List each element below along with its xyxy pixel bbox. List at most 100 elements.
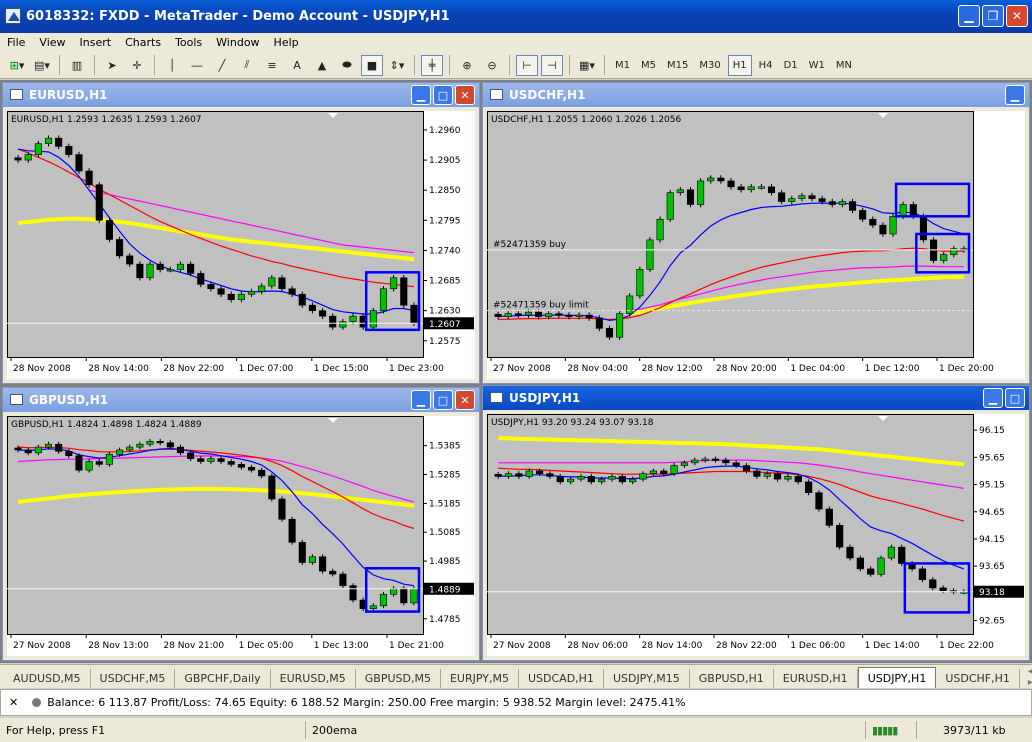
navigator-icon[interactable]: ▥ bbox=[66, 55, 88, 76]
chart-minimize-button[interactable]: ▁ bbox=[411, 390, 431, 410]
timeframe-mn[interactable]: MN bbox=[832, 55, 856, 76]
price-tick-label: 1.2795 bbox=[429, 216, 461, 226]
candle-body bbox=[105, 453, 113, 465]
usdchf-chart[interactable]: #52471359 buy #52471359 buy limit USDCHF,H… bbox=[487, 111, 1025, 379]
time-tick-label: 1 Dec 22:00 bbox=[939, 641, 994, 651]
chart-tab[interactable]: GBPCHF,Daily bbox=[175, 669, 271, 688]
arrows-icon[interactable]: ⇕▾ bbox=[386, 55, 408, 76]
cursor-icon[interactable]: ➤ bbox=[101, 55, 123, 76]
chart-maximize-button[interactable]: □ bbox=[433, 390, 453, 410]
metatrader-app-icon bbox=[5, 8, 21, 24]
channel-icon[interactable]: ⫽ bbox=[236, 55, 258, 76]
ellipse-icon[interactable]: ⬬ bbox=[336, 55, 358, 76]
candle-body bbox=[691, 459, 699, 464]
indicators-icon[interactable]: ▦▾ bbox=[576, 55, 598, 76]
chart-window-usdjpy[interactable]: USDJPY,H1 ▁ □ USDJPY,H1 93.20 93.24 93.0… bbox=[482, 385, 1030, 661]
new-chart-icon[interactable]: ⊞ ▾ bbox=[6, 55, 28, 76]
timeframe-m15[interactable]: M15 bbox=[663, 55, 692, 76]
chart-minimize-button[interactable]: ▁ bbox=[1005, 85, 1025, 105]
vertical-line-icon[interactable]: │ bbox=[161, 55, 183, 76]
close-button[interactable]: ✕ bbox=[1006, 5, 1028, 27]
chart-tab[interactable]: USDCAD,H1 bbox=[519, 669, 604, 688]
chart-tab[interactable]: EURJPY,M5 bbox=[441, 669, 519, 688]
text-tool-icon[interactable]: A bbox=[286, 55, 308, 76]
chart-maximize-button[interactable]: □ bbox=[433, 85, 453, 105]
chart-maximize-button[interactable]: □ bbox=[1005, 388, 1025, 408]
chart-window-gbpusd[interactable]: GBPUSD,H1 ▁ □ ✕ GBPUSD,H1 1.4824 1.4898 … bbox=[2, 387, 480, 661]
minimize-button[interactable]: ▁ bbox=[958, 5, 980, 27]
terminal-close-icon[interactable]: ✕ bbox=[9, 696, 18, 709]
timeframe-h4[interactable]: H4 bbox=[755, 55, 777, 76]
candle-body bbox=[798, 195, 806, 199]
usdjpy-chart[interactable]: USDJPY,H1 93.20 93.24 93.07 93.18 96.15 95… bbox=[487, 414, 1025, 656]
autoscroll-icon[interactable]: ⊢ bbox=[516, 54, 538, 76]
plot-frame bbox=[487, 414, 974, 635]
candle-body bbox=[815, 492, 823, 510]
candle-body bbox=[14, 447, 22, 451]
candle-body bbox=[747, 186, 755, 191]
candle-body bbox=[197, 458, 205, 462]
trendline-icon[interactable]: ╱ bbox=[211, 55, 233, 76]
profiles-icon[interactable]: ▤▾ bbox=[31, 55, 53, 76]
chart-tab[interactable]: USDCHF,H1 bbox=[936, 669, 1020, 688]
chart-shift-marker-icon bbox=[878, 416, 888, 421]
chart-window-icon bbox=[490, 392, 503, 403]
timeframe-w1[interactable]: W1 bbox=[805, 55, 829, 76]
horizontal-line-icon[interactable]: ― bbox=[186, 55, 208, 76]
candle-body bbox=[75, 154, 83, 172]
eurusd-chart[interactable]: EURUSD,H1 1.2593 1.2635 1.2593 1.2607 1.2… bbox=[7, 111, 475, 379]
timeframe-d1[interactable]: D1 bbox=[780, 55, 802, 76]
candle-body bbox=[217, 458, 225, 462]
candle-body bbox=[268, 277, 276, 287]
menu-window[interactable]: Window bbox=[209, 36, 266, 49]
bar-chart-icon[interactable]: ╪ bbox=[421, 54, 443, 76]
chart-tab[interactable]: USDJPY,M15 bbox=[604, 669, 690, 688]
chart-shift-icon[interactable]: ⊣ bbox=[541, 54, 563, 76]
chart-tab[interactable]: GBPUSD,H1 bbox=[690, 669, 774, 688]
chart-window-titlebar[interactable]: GBPUSD,H1 ▁ □ ✕ bbox=[3, 388, 479, 412]
rectangle-icon[interactable]: ■ bbox=[361, 54, 383, 76]
chart-minimize-button[interactable]: ▁ bbox=[983, 388, 1003, 408]
chart-tab[interactable]: EURUSD,H1 bbox=[774, 669, 858, 688]
menu-insert[interactable]: Insert bbox=[73, 36, 119, 49]
crosshair-icon[interactable]: ✛ bbox=[126, 55, 148, 76]
candle-body bbox=[400, 588, 408, 604]
chart-tab[interactable]: AUDUSD,M5 bbox=[4, 669, 91, 688]
plot-frame bbox=[487, 111, 974, 358]
candle-body bbox=[504, 473, 513, 477]
menu-file[interactable]: File bbox=[0, 36, 32, 49]
chart-close-button[interactable]: ✕ bbox=[455, 85, 475, 105]
candle-body bbox=[258, 469, 266, 477]
timeframe-m30[interactable]: M30 bbox=[695, 55, 724, 76]
zoom-in-icon[interactable]: ⊕ bbox=[456, 55, 478, 76]
chart-window-titlebar[interactable]: USDCHF,H1 ▁ bbox=[483, 83, 1029, 107]
menu-view[interactable]: View bbox=[32, 36, 72, 49]
menu-charts[interactable]: Charts bbox=[118, 36, 168, 49]
fibonacci-icon[interactable]: ≡ bbox=[261, 55, 283, 76]
menu-help[interactable]: Help bbox=[267, 36, 306, 49]
restore-button[interactable]: ❐ bbox=[982, 5, 1004, 27]
price-tick-label: 1.5085 bbox=[429, 528, 461, 538]
menu-tools[interactable]: Tools bbox=[168, 36, 209, 49]
chart-minimize-button[interactable]: ▁ bbox=[411, 85, 431, 105]
timeframe-m1[interactable]: M1 bbox=[611, 55, 634, 76]
chart-tab[interactable]: GBPUSD,M5 bbox=[356, 669, 441, 688]
zoom-out-icon[interactable]: ⊖ bbox=[481, 55, 503, 76]
chart-window-titlebar[interactable]: EURUSD,H1 ▁ □ ✕ bbox=[3, 83, 479, 107]
chart-tab-active[interactable]: USDJPY,H1 bbox=[857, 667, 937, 688]
chart-close-button[interactable]: ✕ bbox=[455, 390, 475, 410]
chart-window-eurusd[interactable]: EURUSD,H1 ▁ □ ✕ EURUSD,H1 1.2593 1.2635 … bbox=[2, 82, 480, 384]
gbpusd-chart[interactable]: GBPUSD,H1 1.4824 1.4898 1.4824 1.4889 1.5… bbox=[7, 416, 475, 656]
timeframe-h1[interactable]: H1 bbox=[727, 54, 752, 76]
tab-scroll-arrows-icon[interactable]: ◂ ▸ bbox=[1020, 666, 1032, 688]
timeframe-m5[interactable]: M5 bbox=[637, 55, 660, 76]
current-price-label: 1.4889 bbox=[429, 585, 461, 595]
chart-tab[interactable]: EURUSD,M5 bbox=[271, 669, 356, 688]
chart-tab[interactable]: USDCHF,M5 bbox=[91, 669, 176, 688]
candle-body bbox=[166, 442, 174, 448]
chart-window-usdchf[interactable]: USDCHF,H1 ▁ #52471359 buy #52471359 buy l… bbox=[482, 82, 1030, 384]
chart-window-titlebar[interactable]: USDJPY,H1 ▁ □ bbox=[483, 386, 1029, 410]
status-template: 200ema bbox=[305, 721, 865, 739]
triangle-icon[interactable]: ▲ bbox=[311, 55, 333, 76]
time-tick-label: 28 Nov 22:00 bbox=[163, 364, 224, 374]
